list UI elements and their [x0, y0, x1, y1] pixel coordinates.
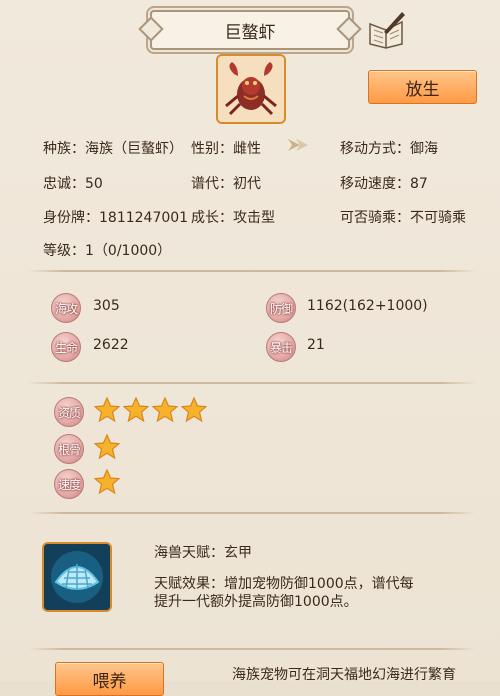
- defense-value: 1162(162+1000): [307, 298, 428, 314]
- quality-stars: [93, 396, 210, 423]
- star-icon: [93, 433, 121, 460]
- bone-badge: 根骨: [54, 434, 84, 464]
- divider: [28, 270, 476, 272]
- move-speed-label: 移动速度：: [340, 176, 410, 192]
- generation-value: 初代: [233, 176, 261, 192]
- level-label: 等级：: [43, 243, 85, 259]
- feed-button[interactable]: 喂养: [55, 662, 164, 696]
- life-value: 2622: [93, 337, 129, 353]
- speed-badge: 速度: [54, 469, 84, 499]
- star-icon: [180, 396, 208, 423]
- growth-field: 成长：攻击型: [191, 207, 275, 227]
- race-field: 种族：海族（巨螯虾）: [43, 138, 183, 158]
- id-label: 身份牌：: [43, 210, 99, 226]
- book-quill-icon[interactable]: [366, 10, 408, 50]
- divider: [28, 382, 476, 384]
- divider: [28, 648, 476, 650]
- growth-label: 成长：: [191, 210, 233, 226]
- divider: [28, 512, 476, 514]
- talent-effect-line1: 天赋效果：增加宠物防御1000点，谱代每: [154, 576, 414, 592]
- defense-badge: 防御: [266, 293, 296, 323]
- growth-value: 攻击型: [233, 210, 275, 226]
- page-title: 巨螯虾: [224, 22, 276, 43]
- crit-badge: 暴击: [266, 332, 296, 362]
- bone-stars: [93, 433, 123, 460]
- attack-value: 305: [93, 298, 120, 314]
- rideable-value: 不可骑乘: [410, 210, 466, 226]
- move-type-value: 御海: [410, 141, 438, 157]
- race-value: 海族（巨螯虾）: [85, 141, 183, 157]
- generation-field: 谱代：初代: [191, 173, 261, 193]
- talent-effect-line2: 提升一代额外提高防御1000点。: [154, 594, 358, 610]
- pet-detail-panel: 巨螯虾 放生 种族：海族（巨螯虾） 性别：雌性 移动方式：御海 忠诚：50 谱代…: [0, 0, 500, 696]
- level-value: 1（0/1000）: [85, 243, 172, 259]
- pet-avatar: [216, 54, 286, 124]
- move-speed-field: 移动速度：87: [340, 173, 428, 193]
- move-type-label: 移动方式：: [340, 141, 410, 157]
- gender-field: 性别：雌性: [191, 138, 261, 158]
- shell-icon: [42, 542, 112, 612]
- loyalty-field: 忠诚：50: [43, 173, 103, 193]
- star-icon: [93, 396, 121, 423]
- move-type-field: 移动方式：御海: [340, 138, 438, 158]
- life-badge: 生命: [51, 332, 81, 362]
- move-speed-value: 87: [410, 176, 428, 192]
- breeding-note: 海族宠物可在洞天福地幻海进行繁育: [232, 667, 456, 683]
- star-icon: [93, 468, 121, 495]
- loyalty-label: 忠诚：: [43, 176, 85, 192]
- attack-badge: 海攻: [51, 293, 81, 323]
- gender-label: 性别：: [191, 141, 233, 157]
- crit-value: 21: [307, 337, 325, 353]
- gender-value: 雌性: [233, 141, 261, 157]
- release-button[interactable]: 放生: [368, 70, 477, 104]
- speed-stars: [93, 468, 123, 495]
- generation-label: 谱代：: [191, 176, 233, 192]
- race-label: 种族：: [43, 141, 85, 157]
- id-field: 身份牌：1811247001: [43, 207, 188, 227]
- rideable-field: 可否骑乘：不可骑乘: [340, 207, 466, 227]
- star-icon: [151, 396, 179, 423]
- gender-arrow-icon[interactable]: [286, 135, 310, 155]
- talent-name: 海兽天赋：玄甲: [154, 545, 252, 561]
- loyalty-value: 50: [85, 176, 103, 192]
- star-icon: [122, 396, 150, 423]
- quality-badge: 资质: [54, 397, 84, 427]
- title-plate: 巨螯虾: [150, 10, 350, 50]
- level-field: 等级：1（0/1000）: [43, 240, 171, 260]
- rideable-label: 可否骑乘：: [340, 210, 410, 226]
- id-value: 1811247001: [99, 210, 189, 226]
